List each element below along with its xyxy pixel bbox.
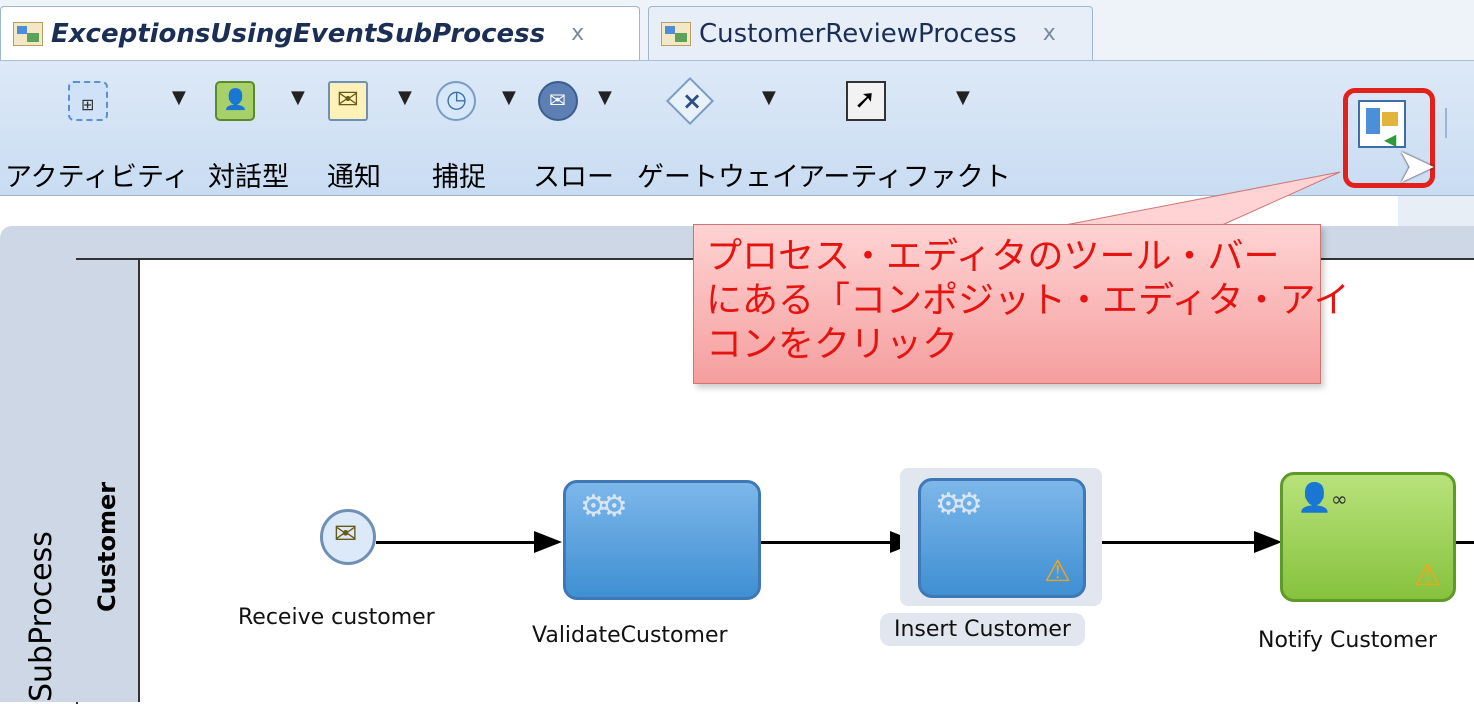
toolbar-label-activity: アクティビティ bbox=[5, 162, 190, 193]
pool-label: SubProcess bbox=[24, 531, 59, 702]
tab-label: ExceptionsUsingEventSubProcess bbox=[51, 18, 546, 49]
toolbar-label-gateway: ゲートウェイ bbox=[637, 162, 799, 193]
callout-line-1: プロセス・エディタのツール・バー bbox=[706, 236, 1280, 277]
toolbar-label-catch: 捕捉 bbox=[432, 162, 486, 193]
flow-arrow-icon bbox=[1254, 531, 1282, 553]
callout-line-2: にある「コンポジット・エディタ・アイ bbox=[706, 280, 1350, 321]
callout-line-3: コンをクリック bbox=[706, 324, 959, 365]
chevron-down-icon[interactable]: ▼ bbox=[502, 87, 516, 108]
node-label-notify-customer: Notify Customer bbox=[1258, 628, 1437, 653]
toolbar-label-notification: 通知 bbox=[327, 162, 381, 193]
mouse-pointer-icon: ➤ bbox=[1396, 138, 1437, 194]
chevron-down-icon[interactable]: ▼ bbox=[598, 87, 612, 108]
notify-customer-task[interactable]: 👤 ∞ ⚠ bbox=[1280, 472, 1456, 602]
toolbar-label-interactive: 対話型 bbox=[208, 162, 289, 193]
tab-exceptions-using-event-subprocess[interactable]: ExceptionsUsingEventSubProcess x bbox=[0, 6, 640, 60]
node-label-receive-customer: Receive customer bbox=[238, 605, 435, 630]
sequence-flow[interactable] bbox=[760, 541, 896, 544]
gears-icon: ⚙⚙ bbox=[580, 489, 628, 524]
callout-box: プロセス・エディタのツール・バー にある「コンポジット・エディタ・アイ コンをク… bbox=[693, 224, 1350, 384]
lane-label: Customer bbox=[93, 481, 121, 612]
catch-icon bbox=[436, 81, 476, 121]
chevron-down-icon[interactable]: ▼ bbox=[398, 87, 412, 108]
interactive-icon bbox=[215, 81, 255, 121]
warning-icon: ⚠ bbox=[1044, 554, 1071, 589]
toolbar-separator bbox=[1445, 108, 1447, 138]
tab-label: CustomerReviewProcess bbox=[699, 18, 1017, 49]
gears-icon: ⚙⚙ bbox=[935, 487, 983, 522]
tab-customer-review-process[interactable]: CustomerReviewProcess x bbox=[648, 6, 1093, 60]
process-editor-toolbar: ▼ ▼ ▼ ▼ ▼ × ▼ ▼ アクティビティ 対話型 通知 捕捉 スロー ゲー… bbox=[0, 61, 1474, 196]
close-icon[interactable]: x bbox=[571, 21, 584, 46]
gateway-x-icon: × bbox=[682, 87, 703, 115]
sequence-flow[interactable] bbox=[1456, 541, 1474, 544]
user-icon: 👤 bbox=[1297, 481, 1332, 514]
sequence-flow[interactable] bbox=[376, 541, 534, 544]
canvas-top bbox=[0, 196, 1474, 226]
notification-icon bbox=[328, 81, 368, 121]
node-label-insert-customer: Insert Customer bbox=[880, 613, 1085, 646]
validate-customer-task[interactable]: ⚙⚙ bbox=[563, 480, 761, 600]
chevron-down-icon[interactable]: ▼ bbox=[291, 87, 305, 108]
envelope-icon: ✉ bbox=[334, 517, 358, 550]
flow-arrow-icon bbox=[534, 531, 562, 553]
glasses-icon: ∞ bbox=[1331, 487, 1348, 511]
process-icon bbox=[661, 21, 691, 46]
activity-icon bbox=[68, 81, 108, 121]
receive-customer-event[interactable]: ✉ bbox=[320, 509, 376, 565]
process-icon bbox=[13, 21, 43, 46]
warning-icon: ⚠ bbox=[1414, 558, 1441, 593]
lane-header[interactable] bbox=[76, 258, 140, 702]
close-icon[interactable]: x bbox=[1043, 21, 1056, 46]
chevron-down-icon[interactable]: ▼ bbox=[172, 87, 186, 108]
toolbar-label-artifact: アーティファクト bbox=[798, 162, 1011, 193]
editor-tab-bar: ExceptionsUsingEventSubProcess x Custome… bbox=[0, 0, 1474, 61]
toolbar-label-throw: スロー bbox=[533, 162, 614, 193]
throw-icon bbox=[538, 81, 578, 121]
artifact-icon bbox=[846, 81, 886, 121]
node-label-validate-customer: ValidateCustomer bbox=[532, 623, 728, 648]
chevron-down-icon[interactable]: ▼ bbox=[762, 87, 776, 108]
chevron-down-icon[interactable]: ▼ bbox=[956, 87, 970, 108]
sequence-flow[interactable] bbox=[1086, 541, 1256, 544]
insert-customer-task[interactable]: ⚙⚙ ⚠ bbox=[918, 478, 1086, 598]
